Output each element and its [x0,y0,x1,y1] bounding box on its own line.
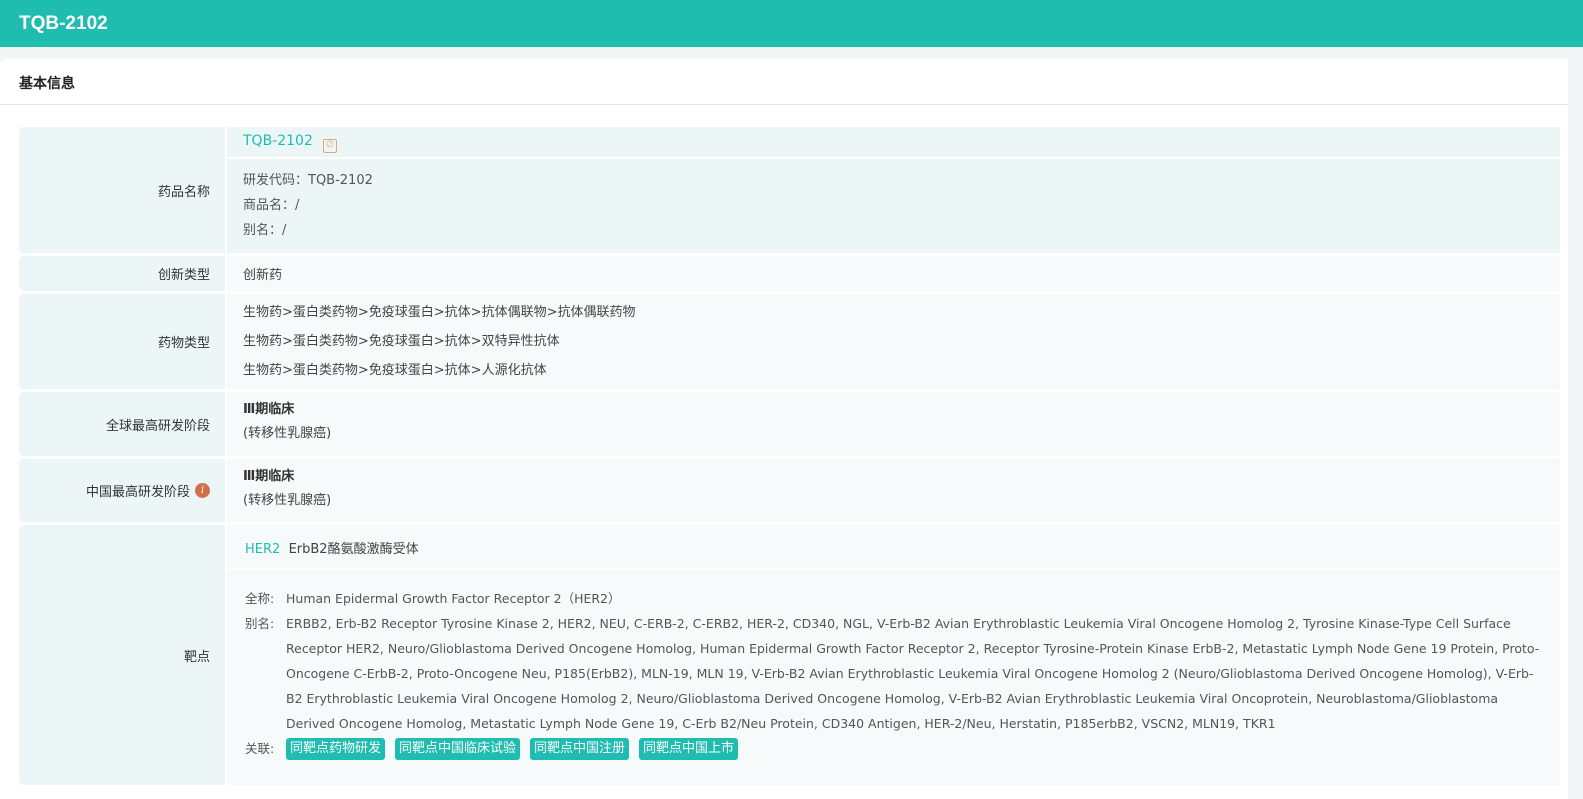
tag-same-target-china-market[interactable]: 同靶点中国上市 [639,737,739,760]
row-innovation: 创新类型 创新药 [19,256,1560,291]
tag-same-target-drugs[interactable]: 同靶点药物研发 [286,737,386,760]
copy-link-icon[interactable]: ∅ [322,139,337,153]
china-stage: Ⅲ期临床 [243,469,295,484]
dev-code: 研发代码：TQB-2102 [243,173,373,188]
row-target: 靶点 HER2 ErbB2酪氨酸激酶受体 全称: Human Epidermal … [19,525,1560,785]
label-global-stage: 全球最高研发阶段 [19,392,225,456]
related-label: 关联: [245,741,275,756]
drug-type-item: 生物药>蛋白类药物>免疫球蛋白>抗体>抗体偶联物>抗体偶联药物 [243,305,636,320]
label-innovation: 创新类型 [19,256,225,291]
label-china-stage: 中国最高研发阶段 [85,485,190,500]
alias-label: 别名: [245,616,275,631]
global-indication: (转移性乳腺癌) [243,426,332,441]
basic-info-card: 基本信息 药品名称 TQB-2102 ∅ 研发代码：TQB-2102 商品名：/ … [0,59,1568,799]
drug-type-item: 生物药>蛋白类药物>免疫球蛋白>抗体>双特异性抗体 [243,334,560,349]
label-drug-type: 药物类型 [19,294,225,389]
target-link[interactable]: HER2 [245,542,280,557]
label-target: 靶点 [19,525,225,785]
row-drug-type: 药物类型 生物药>蛋白类药物>免疫球蛋白>抗体>抗体偶联物>抗体偶联药物 生物药… [19,294,1560,389]
target-name: ErbB2酪氨酸激酶受体 [288,542,419,557]
row-global-stage: 全球最高研发阶段 Ⅲ期临床 (转移性乳腺癌) [19,392,1560,456]
row-china-stage: 中国最高研发阶段 i Ⅲ期临床 (转移性乳腺癌) [19,459,1560,522]
tag-same-target-china-registration[interactable]: 同靶点中国注册 [530,737,630,760]
alias: 别名：/ [243,223,287,238]
row-drug-name: 药品名称 TQB-2102 ∅ 研发代码：TQB-2102 商品名：/ 别名：/ [19,127,1560,253]
trade-name: 商品名：/ [243,198,300,213]
full-name-label: 全称: [245,591,275,606]
drug-name-link[interactable]: TQB-2102 [243,133,313,149]
label-drug-name: 药品名称 [19,127,225,253]
innovation-value: 创新药 [227,256,1560,291]
target-aliases: ERBB2, Erb-B2 Receptor Tyrosine Kinase 2… [286,616,1540,731]
page-title: TQB-2102 [19,13,108,34]
section-title: 基本信息 [0,59,1568,105]
info-table: 药品名称 TQB-2102 ∅ 研发代码：TQB-2102 商品名：/ 别名：/ … [19,127,1560,788]
info-icon[interactable]: i [195,483,210,498]
china-indication: (转移性乳腺癌) [243,493,332,508]
drug-type-item: 生物药>蛋白类药物>免疫球蛋白>抗体>人源化抗体 [243,363,547,378]
global-stage: Ⅲ期临床 [243,402,295,417]
tag-same-target-china-trials[interactable]: 同靶点中国临床试验 [395,737,521,760]
full-name: Human Epidermal Growth Factor Receptor 2… [286,591,621,606]
page-header: TQB-2102 [0,0,1583,47]
